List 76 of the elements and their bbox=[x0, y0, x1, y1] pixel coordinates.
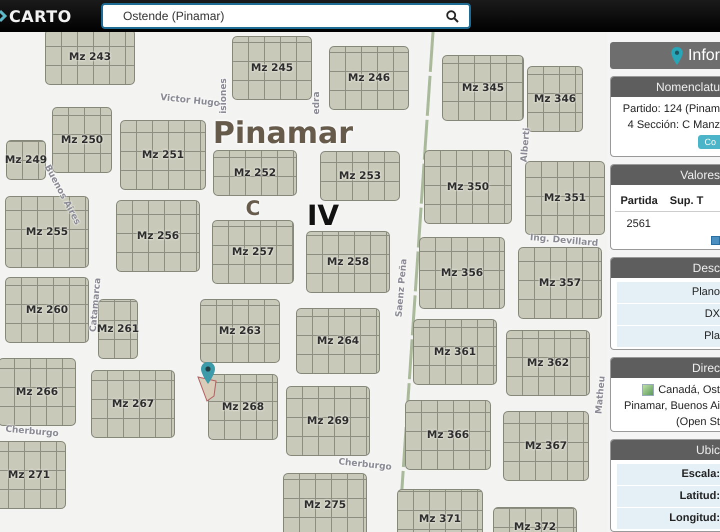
block-label: Mz 256 bbox=[136, 230, 180, 242]
column-header: Partida bbox=[620, 195, 658, 208]
section-header: Desc bbox=[611, 258, 720, 278]
search-icon[interactable] bbox=[446, 10, 459, 22]
block-label: Mz 275 bbox=[304, 499, 346, 511]
map-pin-icon[interactable] bbox=[201, 362, 215, 384]
block-label: Mz 350 bbox=[446, 181, 490, 193]
city-block bbox=[0, 441, 66, 509]
column-header: Sup. T bbox=[670, 195, 704, 208]
map-pin-icon bbox=[670, 46, 683, 65]
block-label: Mz 366 bbox=[426, 429, 470, 441]
section-header: Ubic bbox=[611, 440, 720, 460]
place-label: Pinamar bbox=[212, 119, 354, 149]
field-label: Escala: bbox=[617, 464, 720, 486]
field-label: Longitud: bbox=[617, 508, 720, 530]
logo-icon bbox=[0, 9, 7, 23]
info-text: 4 Sección: C Manz bbox=[626, 118, 720, 134]
block-label: Mz 362 bbox=[526, 357, 570, 369]
logo: CARTO bbox=[9, 6, 72, 26]
street-label: Matheu bbox=[594, 376, 608, 414]
block-label: Mz 255 bbox=[26, 226, 68, 238]
list-item[interactable]: DX bbox=[617, 304, 720, 326]
block-label: Mz 371 bbox=[418, 513, 462, 525]
search-field[interactable]: Ostende (Pinamar) bbox=[101, 3, 471, 29]
block-label: Mz 268 bbox=[222, 401, 264, 413]
street-label: Alberti bbox=[520, 127, 532, 163]
city-block bbox=[6, 140, 46, 180]
address-text: Pinamar, Buenos Ai bbox=[624, 398, 720, 414]
block-label: Mz 266 bbox=[16, 386, 58, 398]
street-label: Ing. Devillard bbox=[530, 233, 598, 249]
block-label: Mz 351 bbox=[544, 192, 586, 204]
street-label: Cherburgo bbox=[338, 457, 392, 473]
city-block bbox=[208, 374, 278, 440]
section-label: IV bbox=[306, 202, 340, 230]
block-label: Mz 357 bbox=[538, 277, 582, 289]
block-label: Mz 271 bbox=[8, 469, 50, 481]
block-label: Mz 243 bbox=[68, 51, 112, 63]
address-text: (Open St bbox=[676, 414, 720, 430]
section-header: Nomenclatu bbox=[611, 77, 720, 98]
block-label: Mz 356 bbox=[440, 267, 484, 279]
address-text: Canadá, Ost bbox=[658, 382, 720, 398]
block-label: Mz 260 bbox=[26, 304, 68, 316]
panel-title-text: Infor bbox=[688, 46, 720, 65]
list-item[interactable]: Plano bbox=[617, 282, 720, 304]
block-label: Mz 257 bbox=[232, 246, 274, 258]
block-label: Mz 367 bbox=[524, 440, 568, 452]
field-label: Latitud: bbox=[617, 486, 720, 508]
block-label: Mz 269 bbox=[306, 415, 350, 427]
block-label: Mz 249 bbox=[4, 154, 48, 166]
street-label: isiones bbox=[219, 78, 229, 114]
street-label: Victor Hugo bbox=[160, 92, 220, 110]
block-label: Mz 361 bbox=[434, 346, 476, 358]
block-label: Mz 264 bbox=[316, 335, 360, 347]
block-label: Mz 251 bbox=[142, 149, 184, 161]
street-label: Cherburgo bbox=[4, 424, 60, 440]
block-label: Mz 346 bbox=[534, 93, 576, 105]
block-label: Mz 263 bbox=[218, 325, 262, 337]
street-label: Saenz Peña bbox=[394, 258, 410, 318]
block-label: Mz 372 bbox=[514, 521, 556, 532]
table-cell-text: 2561 bbox=[625, 218, 651, 230]
block-label: Mz 267 bbox=[112, 398, 154, 410]
section-header: Direc bbox=[611, 358, 720, 378]
block-label: Mz 345 bbox=[462, 82, 504, 94]
section-label: C bbox=[246, 198, 260, 218]
block-label: Mz 258 bbox=[326, 256, 370, 268]
list-item[interactable]: Pla bbox=[617, 326, 720, 348]
block-label: Mz 252 bbox=[234, 167, 276, 179]
block-label: Mz 253 bbox=[338, 170, 382, 182]
info-text: Partido: 124 (Pinam bbox=[622, 102, 720, 118]
section-header: Valores bbox=[611, 165, 720, 186]
street-label: edra bbox=[312, 91, 322, 115]
parcel-highlight bbox=[197, 376, 217, 402]
block-label: Mz 250 bbox=[60, 134, 104, 146]
map-thumbnail-icon[interactable] bbox=[642, 384, 654, 396]
block-label: Mz 246 bbox=[348, 72, 390, 84]
block-label: Mz 245 bbox=[250, 62, 294, 74]
